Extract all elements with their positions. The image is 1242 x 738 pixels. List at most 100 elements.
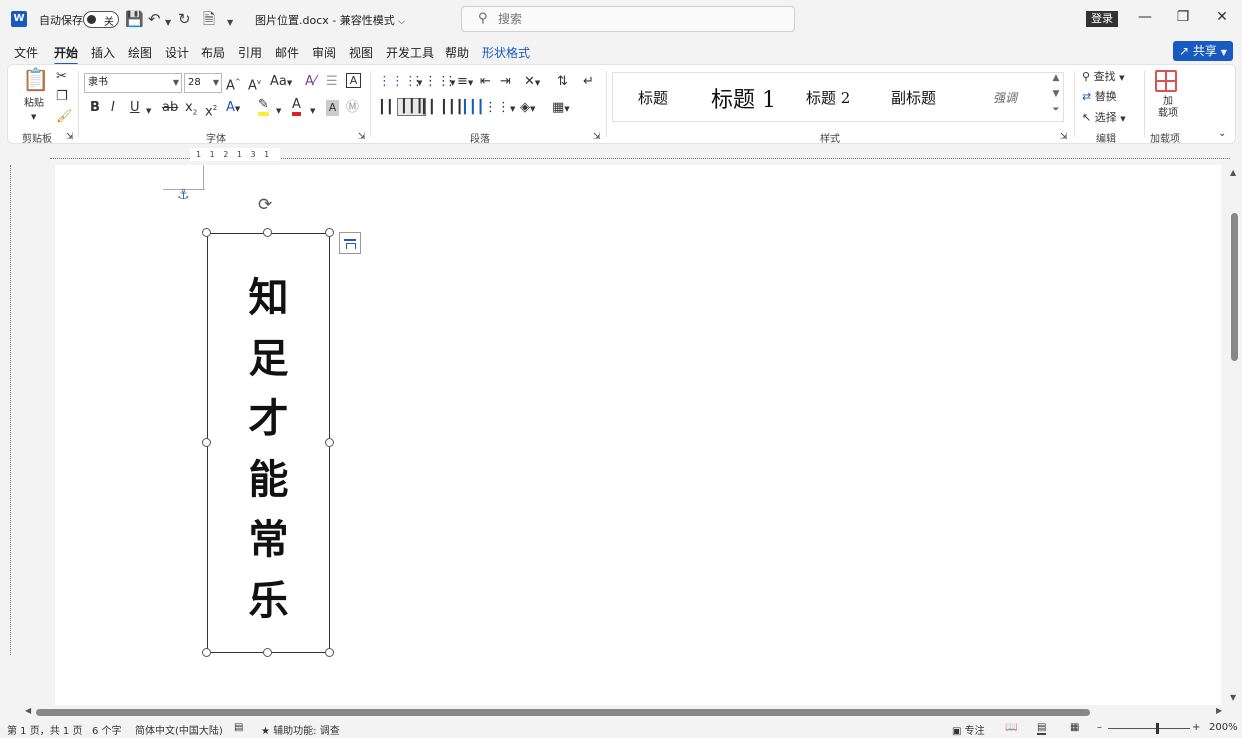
tab-design[interactable]: 设计 bbox=[165, 44, 189, 61]
phonetic-guide-icon[interactable]: ☰ bbox=[326, 74, 338, 90]
paste-dropdown-icon[interactable]: ▼ bbox=[31, 109, 36, 125]
scroll-thumb[interactable] bbox=[1231, 213, 1238, 361]
shrink-font-icon[interactable]: Av bbox=[248, 74, 261, 94]
scroll-up-icon[interactable]: ▲ bbox=[1230, 168, 1236, 177]
text-effects-icon[interactable]: A▼ bbox=[226, 100, 240, 117]
vertical-text[interactable]: 知 足 才 能 常 乐 bbox=[208, 268, 329, 631]
tab-file[interactable]: 文件 bbox=[14, 44, 38, 61]
font-color-dropdown-icon[interactable]: ▼ bbox=[310, 103, 315, 119]
subscript-icon[interactable]: x2 bbox=[185, 100, 197, 121]
resize-handle-top[interactable] bbox=[263, 228, 272, 237]
shading-icon[interactable]: ◈▼ bbox=[520, 100, 535, 117]
gallery-more-icon[interactable]: ⏷ bbox=[1049, 105, 1063, 120]
font-size-select[interactable]: 28 ▼ bbox=[184, 73, 222, 93]
tab-home[interactable]: 开始 bbox=[54, 44, 79, 66]
resize-handle-top-left[interactable] bbox=[202, 228, 211, 237]
underline-dropdown-icon[interactable]: ▼ bbox=[146, 103, 151, 119]
tab-developer[interactable]: 开发工具 bbox=[386, 44, 434, 61]
style-heading-2[interactable]: 标题 2 bbox=[806, 87, 850, 108]
zoom-out-icon[interactable]: – bbox=[1097, 722, 1102, 733]
superscript-icon[interactable]: x2 bbox=[205, 100, 217, 120]
grow-font-icon[interactable]: A^ bbox=[226, 74, 241, 94]
italic-icon[interactable]: I bbox=[111, 100, 115, 116]
scroll-right-icon[interactable]: ▶ bbox=[1216, 706, 1222, 715]
macro-record-icon[interactable]: ▤ bbox=[234, 722, 243, 733]
tab-mailings[interactable]: 邮件 bbox=[275, 44, 299, 61]
style-emphasis[interactable]: 强调 bbox=[993, 89, 1017, 106]
increase-indent-icon[interactable]: ⇥ bbox=[500, 74, 511, 90]
focus-button[interactable]: ▣ 专注 bbox=[952, 722, 985, 737]
anchor-icon[interactable]: ⚓ bbox=[177, 187, 190, 203]
share-button[interactable]: ↗ 共享 ▼ bbox=[1173, 41, 1233, 61]
layout-options-icon[interactable] bbox=[339, 232, 361, 254]
document-title[interactable]: 图片位置.docx - 兼容性模式 ⌵ bbox=[255, 12, 405, 28]
login-button[interactable]: 登录 bbox=[1086, 11, 1118, 27]
tab-layout[interactable]: 布局 bbox=[201, 44, 225, 61]
zoom-level[interactable]: 200% bbox=[1209, 722, 1238, 733]
customize-toolbar-icon[interactable]: ▼ bbox=[227, 14, 233, 32]
strikethrough-icon[interactable]: ab bbox=[162, 100, 178, 116]
justify-icon[interactable]: ┃┃┃ bbox=[440, 100, 463, 116]
dialog-launcher-icon[interactable]: ⇲ bbox=[358, 129, 366, 145]
format-painter-icon[interactable]: 🖌 bbox=[56, 109, 73, 125]
show-marks-icon[interactable]: ↵ bbox=[583, 74, 594, 90]
replace-button[interactable]: ⇄ 替换 bbox=[1082, 89, 1117, 105]
change-case-icon[interactable]: Aa▼ bbox=[270, 74, 292, 91]
select-button[interactable]: ↖ 选择 ▼ bbox=[1082, 110, 1126, 127]
font-name-select[interactable]: 隶书 ▼ bbox=[84, 73, 182, 93]
undo-dropdown-icon[interactable]: ▼ bbox=[165, 14, 171, 32]
resize-handle-right[interactable] bbox=[325, 438, 334, 447]
search-box[interactable]: ⚲ bbox=[461, 6, 795, 32]
tab-references[interactable]: 引用 bbox=[238, 44, 262, 61]
resize-handle-bottom[interactable] bbox=[263, 648, 272, 657]
search-input[interactable] bbox=[498, 10, 778, 28]
print-layout-icon[interactable]: ▤ bbox=[1037, 722, 1047, 735]
cut-icon[interactable]: ✂ bbox=[56, 69, 67, 85]
text-box-shape[interactable]: 知 足 才 能 常 乐 bbox=[207, 233, 330, 653]
tab-view[interactable]: 视图 bbox=[349, 44, 373, 61]
decrease-indent-icon[interactable]: ⇤ bbox=[480, 74, 491, 90]
close-icon[interactable]: ✕ bbox=[1212, 9, 1232, 25]
tab-review[interactable]: 审阅 bbox=[312, 44, 336, 61]
accessibility-status[interactable]: ★ 辅助功能: 调查 bbox=[261, 722, 340, 737]
scroll-left-icon[interactable]: ◀ bbox=[25, 706, 31, 715]
resize-handle-top-right[interactable] bbox=[325, 228, 334, 237]
dialog-launcher-icon[interactable]: ⇲ bbox=[1060, 129, 1068, 145]
page[interactable]: ⚓ ⟳ 知 足 才 能 常 乐 bbox=[55, 165, 1221, 705]
rotate-handle-icon[interactable]: ⟳ bbox=[258, 195, 272, 215]
highlight-dropdown-icon[interactable]: ▼ bbox=[276, 103, 281, 119]
resize-handle-left[interactable] bbox=[202, 438, 211, 447]
distributed-icon[interactable]: ┃┃┃ bbox=[461, 100, 484, 116]
tab-insert[interactable]: 插入 bbox=[91, 44, 115, 61]
zoom-slider-knob[interactable] bbox=[1156, 723, 1159, 734]
gallery-scroll-up-icon[interactable]: ▲ bbox=[1049, 73, 1063, 88]
autosave-toggle[interactable]: 关 bbox=[83, 11, 119, 28]
horizontal-scrollbar[interactable]: ◀ ▶ bbox=[22, 705, 1228, 719]
horizontal-ruler[interactable]: 1 1 2 1 3 1 bbox=[0, 145, 1242, 165]
vertical-scrollbar[interactable]: ▲ ▼ bbox=[1228, 165, 1242, 705]
borders-icon[interactable]: ▦▼ bbox=[552, 100, 570, 117]
resize-handle-bottom-left[interactable] bbox=[202, 648, 211, 657]
dialog-launcher-icon[interactable]: ⇲ bbox=[593, 129, 601, 145]
scroll-thumb[interactable] bbox=[36, 709, 1090, 716]
copy-icon[interactable]: ❐ bbox=[56, 89, 68, 105]
dialog-launcher-icon[interactable]: ⇲ bbox=[66, 129, 74, 145]
style-heading[interactable]: 标题 bbox=[638, 87, 668, 108]
undo-icon[interactable]: ↶ bbox=[148, 10, 161, 28]
minimize-icon[interactable]: — bbox=[1135, 9, 1155, 25]
tab-help[interactable]: 帮助 bbox=[445, 44, 469, 61]
resize-handle-bottom-right[interactable] bbox=[325, 648, 334, 657]
character-shading-icon[interactable]: A bbox=[326, 100, 339, 116]
find-button[interactable]: ⚲ 查找 ▼ bbox=[1082, 69, 1124, 86]
style-subtitle[interactable]: 副标题 bbox=[891, 87, 936, 108]
style-heading-1[interactable]: 标题 1 bbox=[711, 82, 776, 114]
addins-icon[interactable] bbox=[1155, 70, 1177, 92]
read-mode-icon[interactable]: 📖 bbox=[1005, 722, 1017, 733]
zoom-slider[interactable] bbox=[1108, 728, 1190, 729]
scroll-down-icon[interactable]: ▼ bbox=[1230, 693, 1236, 702]
align-top-icon[interactable]: ┃┃ bbox=[378, 100, 394, 116]
print-preview-icon[interactable]: 🗎 bbox=[203, 10, 215, 28]
tab-draw[interactable]: 绘图 bbox=[128, 44, 152, 61]
web-layout-icon[interactable]: ▦ bbox=[1070, 722, 1079, 733]
gallery-scroll-down-icon[interactable]: ▼ bbox=[1049, 89, 1063, 104]
